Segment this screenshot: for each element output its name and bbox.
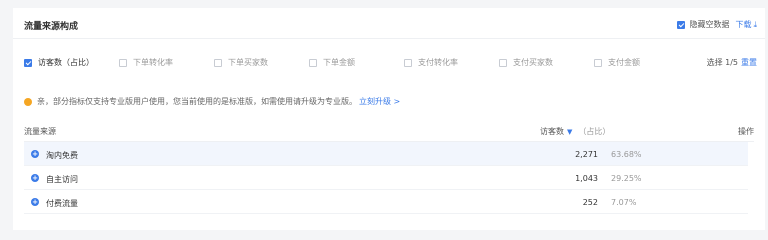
row-share: 63.68% <box>611 150 642 159</box>
card-header: 流量来源构成 隐藏空数据 下载 ⤓ <box>13 8 765 39</box>
metric-label: 支付金额 <box>608 58 640 67</box>
metric-checkbox[interactable] <box>24 58 32 67</box>
metric-selector: 访客数（占比） 下单转化率 下单买家数 下单金额 支付转化率 支付买家数 支付金… <box>13 57 765 71</box>
metric-order-conversion[interactable]: 下单转化率 <box>119 57 173 68</box>
row-visitors: 1,043 <box>575 174 598 183</box>
upgrade-link[interactable]: 立刻升级 > <box>359 96 400 107</box>
metric-checkbox[interactable] <box>499 58 507 67</box>
card-title: 流量来源构成 <box>24 22 79 32</box>
expand-plus-icon[interactable]: + <box>31 174 39 182</box>
table-row[interactable]: + 淘内免费 2,271 63.68% <box>24 142 748 166</box>
metric-checkbox[interactable] <box>119 58 127 67</box>
col-visitors[interactable]: 访客数 ▼ （占比） <box>540 126 610 137</box>
metric-label: 下单转化率 <box>133 58 173 67</box>
expand-plus-icon[interactable]: + <box>31 198 39 206</box>
metric-checkbox[interactable] <box>309 58 317 67</box>
upgrade-notice: 亲，部分指标仅支持专业版用户使用，您当前使用的是标准版，如需使用请升级为专业版。… <box>24 96 400 107</box>
download-link[interactable]: 下载 <box>735 19 751 30</box>
download-arrow-icon[interactable]: ⤓ <box>753 20 757 30</box>
warning-icon <box>24 97 32 106</box>
metric-pay-amount[interactable]: 支付金额 <box>594 57 640 68</box>
table-row[interactable]: + 自主访问 1,043 29.25% <box>24 166 748 190</box>
metric-visitors[interactable]: 访客数（占比） <box>24 57 94 68</box>
traffic-source-card: 流量来源构成 隐藏空数据 下载 ⤓ 访客数（占比） 下单转化率 下单买家数 下单… <box>13 8 765 230</box>
metric-pay-conversion[interactable]: 支付转化率 <box>404 57 458 68</box>
row-source-name: 淘内免费 <box>46 151 78 160</box>
col-actions: 操作 <box>738 127 754 136</box>
col-visitors-label: 访客数 <box>540 127 564 136</box>
notice-text: 亲，部分指标仅支持专业版用户使用，您当前使用的是标准版，如需使用请升级为专业版。 <box>37 97 357 106</box>
metric-label: 支付转化率 <box>418 58 458 67</box>
metric-label: 下单买家数 <box>228 58 268 67</box>
metric-checkbox[interactable] <box>404 58 412 67</box>
metric-label: 支付买家数 <box>513 58 553 67</box>
col-source: 流量来源 <box>24 127 56 136</box>
col-share-label: （占比） <box>578 127 611 136</box>
row-share: 7.07% <box>611 198 637 207</box>
row-source-name: 付费流量 <box>46 199 78 208</box>
row-share: 29.25% <box>611 174 642 183</box>
selection-count: 选择 1/5 重置 <box>707 57 757 68</box>
metric-pay-buyers[interactable]: 支付买家数 <box>499 57 553 68</box>
row-visitors: 2,271 <box>575 150 598 159</box>
header-actions: 隐藏空数据 下载 ⤓ <box>677 19 757 30</box>
expand-plus-icon[interactable]: + <box>31 150 39 158</box>
table-row[interactable]: + 付费流量 252 7.07% <box>24 190 748 214</box>
hide-empty-label: 隐藏空数据 <box>689 20 730 29</box>
sort-down-icon[interactable]: ▼ <box>567 128 572 136</box>
metric-label: 下单金额 <box>323 58 355 67</box>
metric-label: 访客数（占比） <box>38 58 94 67</box>
metric-checkbox[interactable] <box>594 58 602 67</box>
metric-order-amount[interactable]: 下单金额 <box>309 57 355 68</box>
hide-empty-checkbox[interactable] <box>677 20 686 29</box>
table-header: 流量来源 访客数 ▼ （占比） 操作 <box>24 120 754 142</box>
row-source-name: 自主访问 <box>46 175 78 184</box>
reset-link[interactable]: 重置 <box>741 58 757 67</box>
metric-order-buyers[interactable]: 下单买家数 <box>214 57 268 68</box>
row-visitors: 252 <box>582 198 598 207</box>
selection-count-text: 选择 1/5 <box>706 58 738 67</box>
metric-checkbox[interactable] <box>214 58 222 67</box>
